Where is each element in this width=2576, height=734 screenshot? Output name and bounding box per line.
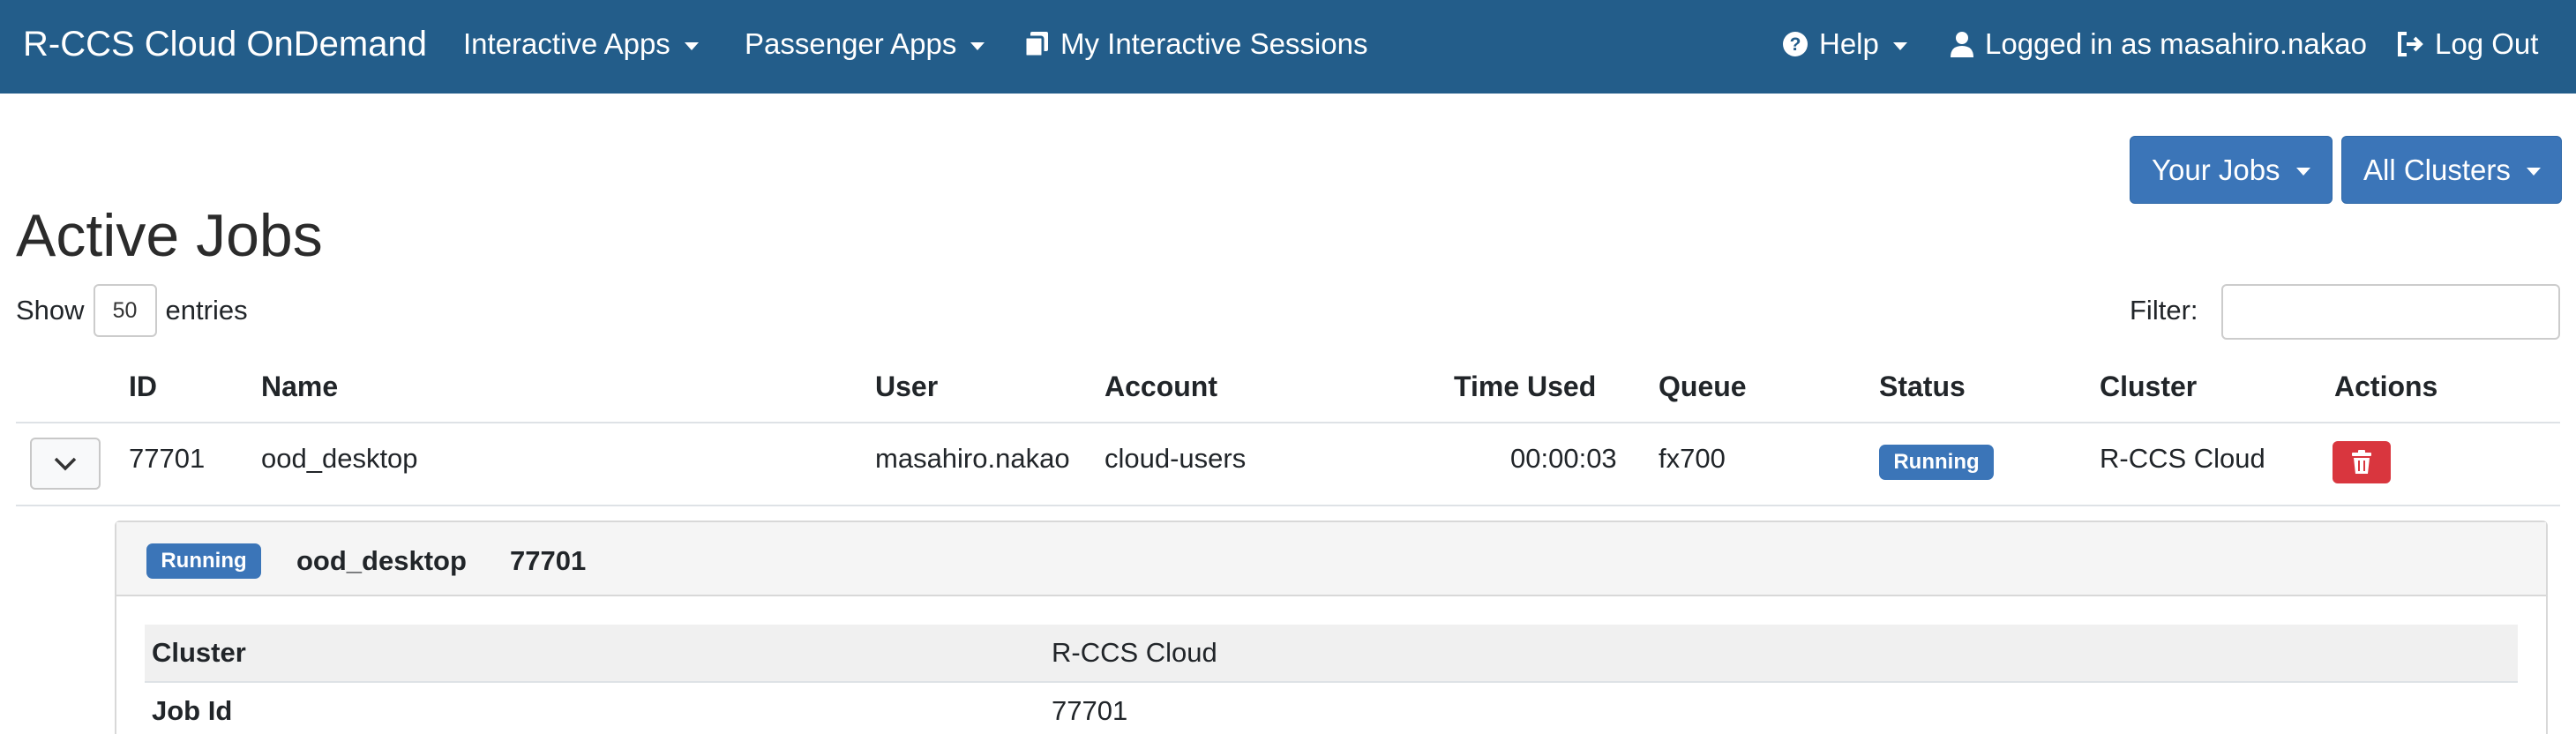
detail-value: R-CCS Cloud — [1052, 637, 1217, 668]
nav-help[interactable]: ? Help — [1782, 0, 1907, 88]
caret-down-icon — [2526, 168, 2541, 176]
chevron-down-icon — [54, 457, 77, 470]
status-badge: Running — [1879, 445, 1994, 480]
entries-label: entries — [165, 295, 248, 326]
page-title: Active Jobs — [16, 202, 323, 269]
your-jobs-label: Your Jobs — [2152, 153, 2280, 186]
detail-label: Cluster — [152, 637, 246, 668]
column-header-user[interactable]: User — [875, 371, 938, 403]
job-id: 77701 — [129, 443, 206, 474]
column-header-account[interactable]: Account — [1105, 371, 1217, 403]
brand-link[interactable]: R-CCS Cloud OnDemand — [23, 0, 427, 88]
filter-label: Filter: — [2130, 295, 2198, 326]
job-account: cloud-users — [1105, 443, 1247, 474]
job-detail-header: Running ood_desktop 77701 — [116, 522, 2546, 596]
log-out-label: Log Out — [2435, 27, 2539, 60]
column-header-queue[interactable]: Queue — [1659, 371, 1747, 403]
job-detail-card: Running ood_desktop 77701 Cluster R-CCS … — [115, 521, 2548, 734]
detail-row-cluster: Cluster R-CCS Cloud — [145, 625, 2518, 681]
nav-log-out[interactable]: Log Out — [2396, 0, 2538, 88]
detail-label: Job Id — [152, 695, 233, 726]
row-expand-toggle[interactable] — [30, 438, 101, 490]
question-circle-icon: ? — [1782, 31, 1808, 57]
detail-row-job-id: Job Id 77701 — [145, 683, 2518, 734]
caret-down-icon — [2295, 168, 2310, 176]
sign-out-icon — [2396, 31, 2424, 57]
job-cluster: R-CCS Cloud — [2100, 443, 2265, 474]
delete-job-button[interactable] — [2333, 441, 2391, 483]
nav-passenger-apps[interactable]: Passenger Apps — [745, 0, 985, 88]
caret-down-icon — [1892, 41, 1907, 50]
all-clusters-label: All Clusters — [2363, 153, 2511, 186]
show-label: Show — [16, 295, 85, 326]
top-navbar: R-CCS Cloud OnDemand Interactive Apps Pa… — [0, 0, 2576, 94]
table-row-divider — [16, 505, 2560, 506]
all-clusters-dropdown[interactable]: All Clusters — [2341, 136, 2562, 204]
show-entries-control: Show 50 entries — [16, 282, 248, 339]
column-header-name[interactable]: Name — [261, 371, 338, 403]
job-user: masahiro.nakao — [875, 443, 1070, 474]
detail-job-name: ood_desktop — [296, 545, 467, 576]
nav-logged-in-user: Logged in as masahiro.nakao — [1950, 0, 2367, 88]
column-header-actions: Actions — [2334, 371, 2438, 402]
nav-passenger-apps-label: Passenger Apps — [745, 27, 957, 60]
filter-input[interactable] — [2221, 284, 2560, 340]
table-header-divider — [16, 422, 2560, 423]
column-header-time-used[interactable]: Time Used — [1454, 371, 1596, 403]
column-header-status[interactable]: Status — [1879, 371, 1966, 403]
job-time-used: 00:00:03 — [1510, 443, 1617, 474]
svg-text:?: ? — [1790, 34, 1801, 55]
your-jobs-dropdown[interactable]: Your Jobs — [2130, 136, 2333, 204]
user-icon — [1950, 30, 1974, 58]
detail-status-badge: Running — [146, 543, 261, 579]
nav-sessions-label: My Interactive Sessions — [1060, 27, 1368, 60]
nav-my-interactive-sessions[interactable]: My Interactive Sessions — [1023, 0, 1367, 88]
sessions-icon — [1023, 30, 1050, 58]
entries-per-page-select[interactable]: 50 — [93, 284, 157, 337]
job-name: ood_desktop — [261, 443, 418, 474]
nav-interactive-apps-label: Interactive Apps — [463, 27, 670, 60]
caret-down-icon — [684, 41, 699, 50]
caret-down-icon — [970, 41, 985, 50]
job-queue: fx700 — [1659, 443, 1726, 474]
nav-interactive-apps[interactable]: Interactive Apps — [463, 0, 699, 88]
nav-help-label: Help — [1819, 27, 1879, 60]
detail-value: 77701 — [1052, 695, 1128, 726]
logged-in-label: Logged in as masahiro.nakao — [1985, 27, 2367, 60]
detail-job-id: 77701 — [510, 545, 587, 576]
trash-icon — [2352, 450, 2371, 474]
column-header-cluster[interactable]: Cluster — [2100, 371, 2197, 403]
column-header-id[interactable]: ID — [129, 371, 157, 403]
